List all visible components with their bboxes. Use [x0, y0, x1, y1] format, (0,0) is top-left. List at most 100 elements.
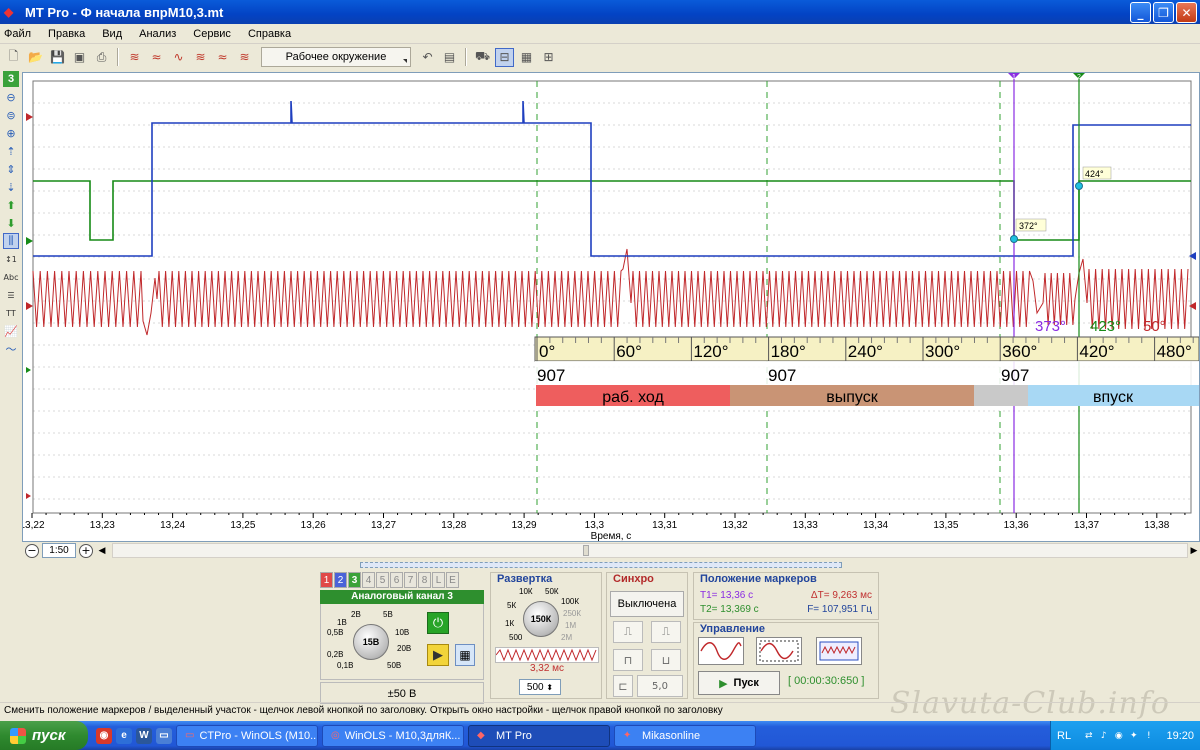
- sync-falling-edge-icon[interactable]: ⎍: [651, 621, 681, 643]
- recorder-mode-button[interactable]: [816, 637, 862, 665]
- channel-panel: 1 2 3 4 5 6 7 8 L E Аналоговый канал 3 2…: [320, 572, 484, 704]
- zoom-in-icon[interactable]: ⊕: [3, 125, 19, 141]
- save-icon[interactable]: 💾: [48, 48, 67, 67]
- grid-icon[interactable]: ▦: [517, 48, 536, 67]
- sync-level-icon[interactable]: ⊏: [613, 675, 633, 697]
- print-icon[interactable]: ⎙: [92, 48, 111, 67]
- zoom-out-time-button[interactable]: −: [25, 543, 39, 558]
- desktop-icon[interactable]: ▭: [156, 727, 172, 744]
- continuous-wave-mode-button[interactable]: [756, 637, 802, 665]
- task-ctpro[interactable]: ▭ CTPro - WinOLS (M10...: [176, 724, 318, 747]
- single-wave-mode-button[interactable]: [698, 637, 744, 665]
- sync-pulse-pos-icon[interactable]: ⊓: [613, 649, 643, 671]
- marker-1[interactable]: 1 372°: [1008, 73, 1047, 513]
- channel-tab-5[interactable]: 5: [376, 572, 389, 588]
- start-menu-button[interactable]: пуск: [0, 721, 88, 750]
- scroll-left-arrow[interactable]: ◀: [96, 543, 108, 558]
- sweep-select[interactable]: 500 ⬍: [519, 679, 561, 695]
- wave-tool-6-icon[interactable]: ≋: [235, 48, 254, 67]
- menu-analysis[interactable]: Анализ: [139, 28, 176, 40]
- open-folder-icon[interactable]: 📂: [26, 48, 45, 67]
- channel-tab-e[interactable]: E: [446, 572, 459, 588]
- scroll-thumb[interactable]: [583, 545, 589, 556]
- wave-tool-3-icon[interactable]: ∿: [169, 48, 188, 67]
- cursor-tool-icon[interactable]: ⫼: [3, 233, 19, 249]
- new-file-icon[interactable]: 🗋: [4, 48, 23, 67]
- panel-splitter[interactable]: [360, 562, 842, 568]
- channel-tab-3[interactable]: 3: [348, 572, 361, 588]
- menu-file[interactable]: Файл: [4, 28, 31, 40]
- arrow-up-icon[interactable]: ⬆: [3, 197, 19, 213]
- shift-down-icon[interactable]: ⇣: [3, 179, 19, 195]
- task-mikasonline[interactable]: ✦ Mikasonline: [614, 724, 756, 747]
- sync-rising-edge-icon[interactable]: ⎍: [613, 621, 643, 643]
- wave-tool-4-icon[interactable]: ≋: [191, 48, 210, 67]
- menu-edit[interactable]: Правка: [48, 28, 85, 40]
- zoom-fit-icon[interactable]: ⊜: [3, 107, 19, 123]
- volume-icon[interactable]: ♪: [1098, 730, 1110, 742]
- cursor-mode-icon[interactable]: ⊟: [495, 47, 514, 67]
- chart-icon[interactable]: 📈: [3, 323, 19, 339]
- shift-up-icon[interactable]: ⇡: [3, 143, 19, 159]
- menu-service[interactable]: Сервис: [193, 28, 231, 40]
- arrow-down-icon[interactable]: ⬇: [3, 215, 19, 231]
- menu-view[interactable]: Вид: [102, 28, 122, 40]
- oscilloscope-display[interactable]: 1 372° 2 424° 373° 423° 50° 0° 60° 120° 180…: [19, 72, 1200, 542]
- text-label-icon[interactable]: Abc: [3, 269, 19, 285]
- wave-tool-1-icon[interactable]: ≋: [125, 48, 144, 67]
- minimize-button[interactable]: _: [1130, 2, 1151, 23]
- channel-tab-2[interactable]: 2: [334, 572, 347, 588]
- save-all-icon[interactable]: ▣: [70, 48, 89, 67]
- list-tool-icon[interactable]: ☰: [3, 287, 19, 303]
- close-button[interactable]: ✕: [1176, 2, 1197, 23]
- menu-help[interactable]: Справка: [248, 28, 291, 40]
- channel-tab-7[interactable]: 7: [404, 572, 417, 588]
- text-size-icon[interactable]: TT: [3, 305, 19, 321]
- sweep-knob[interactable]: 150К: [523, 601, 559, 637]
- task-mtpro[interactable]: ◆ MT Pro: [468, 724, 610, 747]
- waveform-icon[interactable]: 〜: [3, 341, 19, 357]
- maximize-button[interactable]: ❐: [1153, 2, 1174, 23]
- voltage-range[interactable]: ±50 В: [320, 682, 484, 704]
- zoom-out-icon[interactable]: ⊖: [3, 89, 19, 105]
- voltage-knob[interactable]: 15В: [353, 624, 389, 660]
- zoom-in-time-button[interactable]: +: [79, 543, 93, 558]
- car-icon[interactable]: ⛟: [473, 48, 492, 67]
- power-icon[interactable]: ⏻: [427, 612, 449, 634]
- antivirus-icon[interactable]: ◉: [1113, 730, 1125, 742]
- channel-tab-8[interactable]: 8: [418, 572, 431, 588]
- channel-number-badge[interactable]: 3: [3, 71, 19, 87]
- sort-numeric-icon[interactable]: ↕1: [3, 251, 19, 267]
- channel-tab-l[interactable]: L: [432, 572, 445, 588]
- scroll-right-arrow[interactable]: ▶: [1188, 543, 1200, 558]
- language-indicator[interactable]: RL: [1057, 730, 1071, 742]
- scroll-track[interactable]: [112, 543, 1188, 558]
- sync-level-value[interactable]: 5,0: [637, 675, 683, 697]
- word-icon[interactable]: W: [136, 727, 152, 744]
- task-winols[interactable]: ◎ WinOLS - M10,3дляК...: [322, 724, 464, 747]
- shift-middle-icon[interactable]: ⇕: [3, 161, 19, 177]
- wave-tool-2-icon[interactable]: ≈: [147, 48, 166, 67]
- ie-icon[interactable]: e: [116, 727, 132, 744]
- play-icon[interactable]: ▶: [427, 644, 449, 666]
- wave-tool-5-icon[interactable]: ≈: [213, 48, 232, 67]
- undo-icon[interactable]: ↶: [418, 48, 437, 67]
- alert-icon[interactable]: !: [1143, 730, 1155, 742]
- start-button[interactable]: ▶ Пуск: [698, 671, 780, 695]
- update-icon[interactable]: ✦: [1128, 730, 1140, 742]
- crosshair-icon[interactable]: ⊞: [539, 48, 558, 67]
- channel-tab-4[interactable]: 4: [362, 572, 375, 588]
- marker-2[interactable]: 2 424°: [1073, 73, 1112, 513]
- channel-tab-6[interactable]: 6: [390, 572, 403, 588]
- channel-tab-1[interactable]: 1: [320, 572, 333, 588]
- network-icon[interactable]: ⇄: [1083, 730, 1095, 742]
- sweep-select-value: 500: [526, 681, 544, 693]
- chrome-icon[interactable]: ◉: [96, 727, 112, 744]
- x-tick-label: 13,33: [793, 520, 818, 531]
- sync-mode-button[interactable]: Выключена: [610, 591, 684, 617]
- save-env-icon[interactable]: ▤: [440, 48, 459, 67]
- calculator-icon[interactable]: ▦: [455, 644, 475, 666]
- angle-tick-label: 180°: [771, 342, 806, 361]
- work-environment-dropdown[interactable]: Рабочее окружение: [261, 47, 411, 67]
- sync-pulse-neg-icon[interactable]: ⊔: [651, 649, 681, 671]
